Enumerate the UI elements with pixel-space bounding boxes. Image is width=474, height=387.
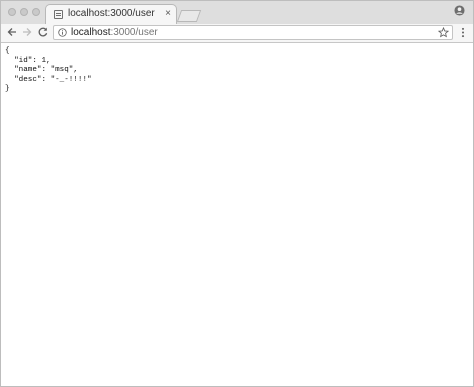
profile-icon[interactable] (454, 5, 465, 16)
json-response: { "id": 1, "name": "msq", "desc": "-_-!!… (5, 47, 92, 94)
page-content: { "id": 1, "name": "msq", "desc": "-_-!!… (1, 43, 473, 386)
address-bar[interactable]: localhost:3000/user (53, 25, 453, 40)
url-path: :3000/user (110, 27, 158, 38)
url-host: localhost (71, 27, 111, 38)
document-icon (54, 10, 63, 19)
browser-window: localhost:3000/user × localhost:3000/use… (0, 0, 474, 387)
star-icon[interactable] (438, 27, 449, 38)
info-icon[interactable] (58, 28, 67, 37)
toolbar: localhost:3000/user (1, 24, 473, 43)
tab-close-icon[interactable]: × (165, 8, 171, 20)
forward-arrow-icon[interactable] (21, 26, 33, 38)
tab-strip: localhost:3000/user × (1, 1, 473, 25)
url-text: localhost:3000/user (71, 27, 158, 38)
tab-title: localhost:3000/user (68, 8, 155, 19)
kebab-menu-icon[interactable] (461, 27, 465, 38)
zoom-window-button[interactable] (32, 8, 40, 16)
new-tab-button[interactable] (176, 10, 202, 22)
back-arrow-icon[interactable] (6, 26, 18, 38)
minimize-window-button[interactable] (20, 8, 28, 16)
tab-localhost-user[interactable]: localhost:3000/user × (45, 4, 177, 25)
close-window-button[interactable] (8, 8, 16, 16)
reload-icon[interactable] (37, 26, 49, 38)
